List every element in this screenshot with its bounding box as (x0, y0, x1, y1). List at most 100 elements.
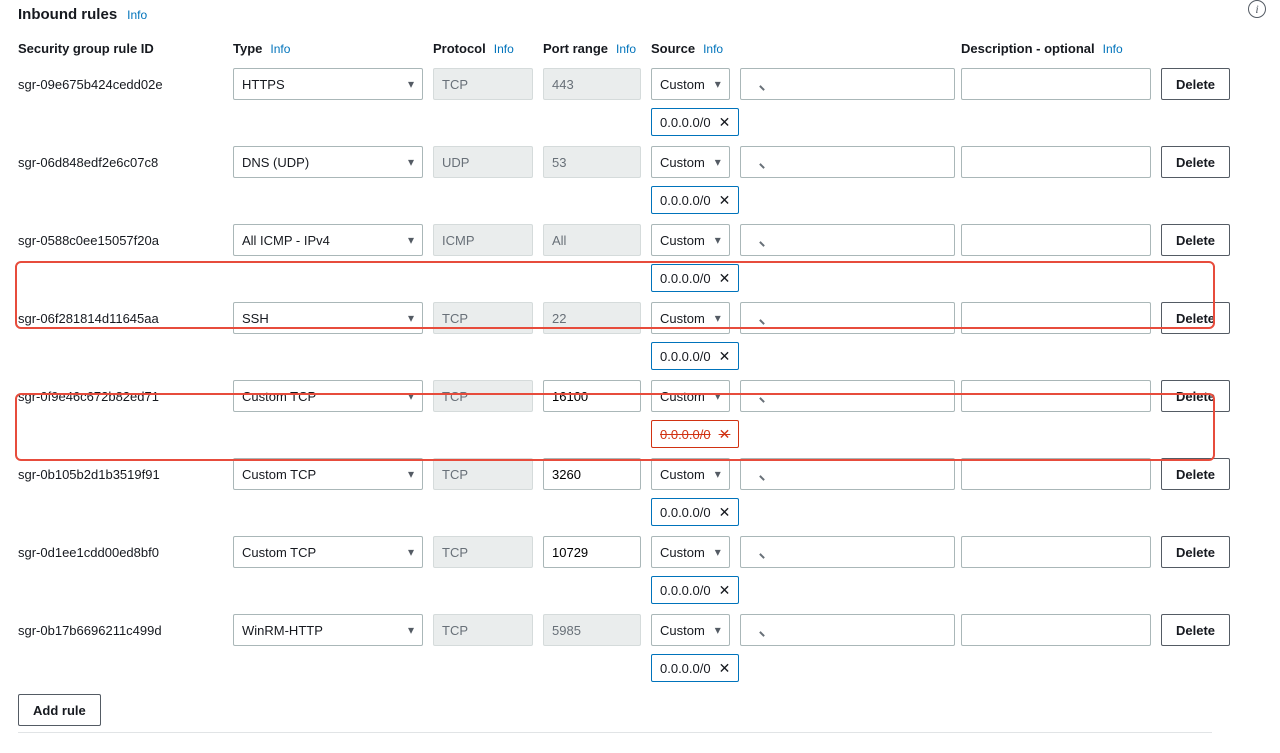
cidr-tag: 0.0.0.0/0✕ (651, 498, 739, 526)
remove-cidr-icon[interactable]: ✕ (719, 426, 731, 443)
type-select[interactable]: SSH (233, 302, 423, 334)
port-info-link[interactable]: Info (616, 42, 636, 56)
col-description: Description - optional Info (961, 41, 1151, 56)
delete-button[interactable]: Delete (1161, 614, 1230, 646)
protocol-field (433, 536, 533, 568)
search-icon (740, 536, 955, 568)
protocol-info-link[interactable]: Info (494, 42, 514, 56)
description-input[interactable] (961, 224, 1151, 256)
search-icon (740, 614, 955, 646)
delete-button[interactable]: Delete (1161, 68, 1230, 100)
source-type-select[interactable]: Custom (651, 614, 730, 646)
rule-id: sgr-0d1ee1cdd00ed8bf0 (18, 536, 223, 560)
rule-row: sgr-0b17b6696211c499d WinRM-HTTP Custom 0.0… (18, 614, 1212, 682)
source-search-input[interactable] (740, 146, 955, 178)
source-search-input[interactable] (740, 458, 955, 490)
source-type-select[interactable]: Custom (651, 302, 730, 334)
type-select[interactable]: Custom TCP (233, 380, 423, 412)
description-input[interactable] (961, 536, 1151, 568)
source-search-input[interactable] (740, 536, 955, 568)
cidr-tag: 0.0.0.0/0✕ (651, 264, 739, 292)
type-select[interactable]: HTTPS (233, 68, 423, 100)
description-input[interactable] (961, 146, 1151, 178)
remove-cidr-icon[interactable]: ✕ (719, 582, 731, 599)
col-rule-id: Security group rule ID (18, 41, 223, 56)
add-rule-button[interactable]: Add rule (18, 694, 101, 726)
search-icon (740, 146, 955, 178)
col-protocol: Protocol Info (433, 41, 533, 56)
search-icon (740, 224, 955, 256)
column-headers: Security group rule ID Type Info Protoco… (18, 41, 1212, 56)
source-type-select[interactable]: Custom (651, 380, 730, 412)
title-info-link[interactable]: Info (127, 8, 147, 22)
source-type-select[interactable]: Custom (651, 68, 730, 100)
source-search-input[interactable] (740, 68, 955, 100)
protocol-field (433, 68, 533, 100)
source-type-select[interactable]: Custom (651, 146, 730, 178)
rule-row: sgr-06f281814d11645aa SSH Custom 0.0.0.0/0✕… (18, 302, 1212, 370)
description-input[interactable] (961, 458, 1151, 490)
rule-row: sgr-0f9e46c672b82ed71Custom TCPCustom0.0… (18, 380, 1212, 448)
page-info-icon[interactable]: i (1248, 0, 1266, 18)
type-info-link[interactable]: Info (270, 42, 290, 56)
search-icon (740, 302, 955, 334)
col-type: Type Info (233, 41, 423, 56)
source-type-select[interactable]: Custom (651, 458, 730, 490)
search-icon (740, 380, 955, 412)
rule-row: sgr-09e675b424cedd02eHTTPSCustom0.0.0.0/… (18, 68, 1212, 136)
section-title: Inbound rules Info (18, 6, 1212, 23)
type-select[interactable]: DNS (UDP) (233, 146, 423, 178)
description-input[interactable] (961, 68, 1151, 100)
protocol-field (433, 302, 533, 334)
remove-cidr-icon[interactable]: ✕ (719, 114, 731, 131)
delete-button[interactable]: Delete (1161, 380, 1230, 412)
cidr-value: 0.0.0.0/0 (660, 427, 711, 442)
cidr-tag: 0.0.0.0/0✕ (651, 654, 739, 682)
delete-button[interactable]: Delete (1161, 146, 1230, 178)
protocol-field (433, 458, 533, 490)
description-input[interactable] (961, 614, 1151, 646)
rule-id: sgr-06d848edf2e6c07c8 (18, 146, 223, 170)
cidr-tag: 0.0.0.0/0✕ (651, 186, 739, 214)
remove-cidr-icon[interactable]: ✕ (719, 192, 731, 209)
source-type-select[interactable]: Custom (651, 224, 730, 256)
protocol-field (433, 146, 533, 178)
delete-button[interactable]: Delete (1161, 302, 1230, 334)
delete-button[interactable]: Delete (1161, 224, 1230, 256)
source-type-select[interactable]: Custom (651, 536, 730, 568)
source-search-input[interactable] (740, 224, 955, 256)
delete-button[interactable]: Delete (1161, 536, 1230, 568)
description-info-link[interactable]: Info (1103, 42, 1123, 56)
title-text: Inbound rules (18, 6, 117, 23)
protocol-field (433, 614, 533, 646)
source-search-input[interactable] (740, 380, 955, 412)
remove-cidr-icon[interactable]: ✕ (719, 660, 731, 677)
cidr-tag: 0.0.0.0/0 ✕ (651, 420, 739, 448)
type-select[interactable]: All ICMP - IPv4 (233, 224, 423, 256)
type-select[interactable]: Custom TCP (233, 536, 423, 568)
port-field[interactable] (543, 458, 641, 490)
description-input[interactable] (961, 380, 1151, 412)
delete-button[interactable]: Delete (1161, 458, 1230, 490)
port-field[interactable] (543, 536, 641, 568)
rule-id: sgr-09e675b424cedd02e (18, 68, 223, 92)
search-icon (740, 68, 955, 100)
port-field[interactable] (543, 380, 641, 412)
rule-row: sgr-0d1ee1cdd00ed8bf0 Custom TCP Custom 0.0… (18, 536, 1212, 604)
port-field (543, 146, 641, 178)
source-search-input[interactable] (740, 614, 955, 646)
description-input[interactable] (961, 302, 1151, 334)
type-select[interactable]: Custom TCP (233, 458, 423, 490)
cidr-tag: 0.0.0.0/0✕ (651, 576, 739, 604)
remove-cidr-icon[interactable]: ✕ (719, 270, 731, 287)
source-info-link[interactable]: Info (703, 42, 723, 56)
remove-cidr-icon[interactable]: ✕ (719, 348, 731, 365)
cidr-tag: 0.0.0.0/0✕ (651, 342, 739, 370)
port-field (543, 614, 641, 646)
remove-cidr-icon[interactable]: ✕ (719, 504, 731, 521)
type-select[interactable]: WinRM-HTTP (233, 614, 423, 646)
source-search-input[interactable] (740, 302, 955, 334)
port-field (543, 302, 641, 334)
rule-id: sgr-06f281814d11645aa (18, 302, 223, 326)
rule-id: sgr-0b17b6696211c499d (18, 614, 223, 638)
